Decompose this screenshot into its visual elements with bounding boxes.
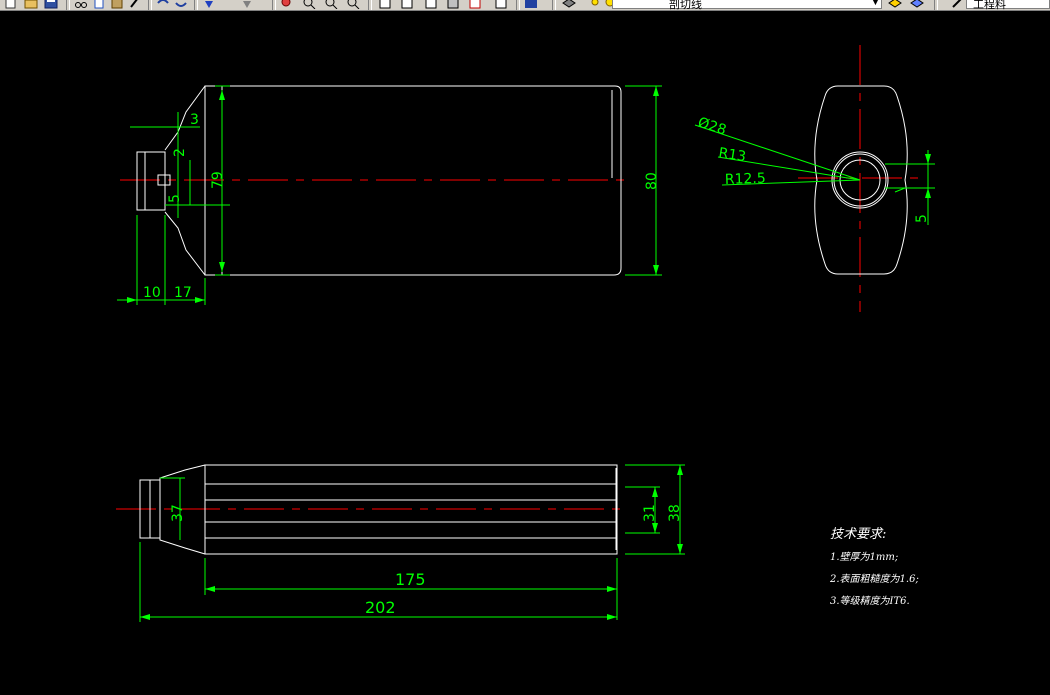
dim-r13: R13 [717,145,747,165]
dim-80: 80 [644,172,660,190]
save-icon[interactable] [44,0,58,9]
dim-38: 38 [667,504,683,522]
dimension-arrows [127,86,931,620]
make-current-icon[interactable] [888,0,902,9]
dim-5-side: 5 [914,214,930,223]
properties-icon[interactable] [378,0,392,9]
notes-line-1: 1.壁厚为1mm; [830,552,899,563]
undo-icon[interactable] [156,0,170,9]
dim-3: 3 [190,112,199,128]
drawing-canvas[interactable]: 3 2 79 80 5 10 17 Ø28 R13 R12.5 5 37 31 … [0,11,1050,690]
dim-79: 79 [210,171,226,189]
dim-5-front: 5 [167,194,183,203]
dim-2: 2 [172,148,188,157]
pan-icon[interactable] [202,0,216,9]
open-icon[interactable] [24,0,38,9]
zoom-window-icon[interactable] [280,0,294,9]
dim-31: 31 [642,504,658,522]
cut-icon[interactable] [74,0,88,9]
layer-combo[interactable]: 剖切线 ▼ [612,0,882,11]
dim-dia28: Ø28 [696,115,728,139]
technical-requirements: 技术要求: 1.壁厚为1mm; 2.表面粗糙度为1.6; 3.等级精度为IT6. [830,523,919,614]
dimensions [117,85,935,622]
notes-line-2: 2.表面粗糙度为1.6; [830,574,919,585]
center-lines [116,45,924,510]
layer-previous-icon[interactable] [910,0,924,9]
design-center-icon[interactable] [400,0,414,9]
notes-line-3: 3.等级精度为IT6. [830,596,910,607]
lightbulb-icon[interactable] [588,0,602,9]
layer-state-combo[interactable]: 工程料 [966,0,1050,11]
zoom-all-icon[interactable] [346,0,360,10]
new-icon[interactable] [4,0,18,9]
dimension-texts: 3 2 79 80 5 10 17 Ø28 R13 R12.5 5 37 31 … [143,112,930,617]
tool-palettes-icon[interactable] [424,0,438,9]
brush-icon[interactable] [128,0,142,9]
dim-r12-5: R12.5 [725,171,766,188]
style-icon[interactable] [950,0,964,9]
dim-37: 37 [170,504,186,522]
dim-17: 17 [174,285,192,301]
markup-icon[interactable] [468,0,482,9]
zoom-realtime-icon[interactable] [240,0,254,9]
dim-175: 175 [395,570,426,589]
layer-manager-icon[interactable] [562,0,576,9]
layer-state-combo-value: 工程料 [973,0,1006,11]
chevron-down-icon[interactable]: ▼ [870,0,881,9]
zoom-extents-icon[interactable] [324,0,338,10]
dim-10: 10 [143,285,161,301]
notes-title: 技术要求: [830,527,887,542]
sheet-set-icon[interactable] [446,0,460,9]
standard-toolbar: 剖切线 ▼ 工程料 [0,0,1050,11]
zoom-previous-icon[interactable] [302,0,316,10]
redo-icon[interactable] [174,0,188,9]
help-icon[interactable] [524,0,538,9]
layer-combo-value: 剖切线 [669,0,702,11]
dim-202: 202 [365,598,396,617]
side-view [814,85,908,275]
copy-icon[interactable] [92,0,106,9]
paste-icon[interactable] [110,0,124,9]
calculator-icon[interactable] [494,0,508,9]
